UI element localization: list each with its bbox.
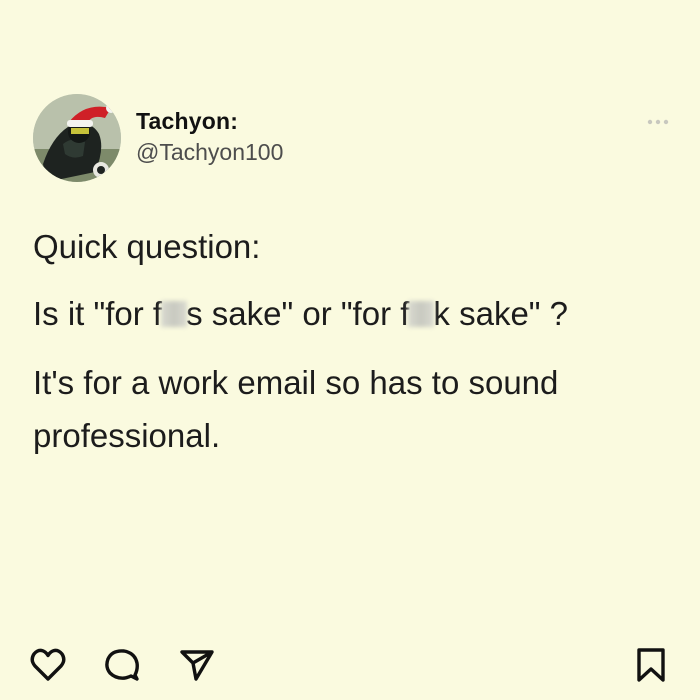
more-dots-icon [647, 119, 669, 125]
post-card: Tachyon: @Tachyon100 Quick question: Is … [0, 0, 700, 700]
author-info: Tachyon: @Tachyon100 [136, 107, 283, 167]
post-line-2-text-a: Is it "for f [33, 295, 163, 332]
avatar[interactable] [33, 94, 121, 182]
bookmark-icon [637, 648, 665, 682]
post-body: Quick question: Is it "for f s sake" or "… [33, 220, 673, 478]
share-button[interactable] [176, 645, 216, 685]
heart-icon [30, 648, 66, 681]
author-display-name[interactable]: Tachyon: [136, 107, 283, 135]
like-button[interactable] [28, 645, 68, 685]
censor-blur [161, 301, 188, 327]
post-line-2: Is it "for f s sake" or "for f k sake" ? [33, 287, 673, 340]
avatar-image [33, 94, 121, 182]
author-handle[interactable]: @Tachyon100 [136, 137, 283, 167]
send-icon [180, 650, 214, 681]
comment-button[interactable] [102, 645, 142, 685]
censor-blur [408, 301, 435, 327]
post-line-2-text-b: s sake" or "for f [186, 295, 410, 332]
post-actions [28, 645, 674, 685]
more-options-button[interactable] [643, 114, 673, 130]
save-button[interactable] [631, 645, 671, 685]
post-header: Tachyon: @Tachyon100 [33, 94, 673, 184]
post-line-1: Quick question: [33, 228, 261, 265]
post-line-3: It's for a work email so has to sound pr… [33, 364, 559, 454]
post-line-2-text-c: k sake" ? [433, 295, 569, 332]
comment-icon [105, 649, 139, 681]
